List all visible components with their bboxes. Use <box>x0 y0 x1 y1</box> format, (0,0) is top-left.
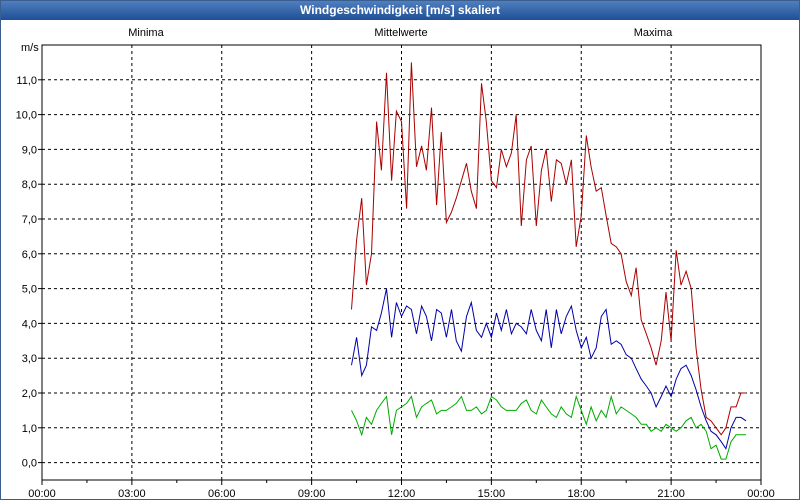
legend-mittelwerte: Mittelwerte <box>374 27 427 39</box>
y-tick-label: 9,0 <box>22 144 37 156</box>
wind-speed-chart: 00:0008.06.1203:0008.06.1206:0008.06.120… <box>16 27 775 499</box>
y-tick-label: 10,0 <box>16 110 37 122</box>
x-tick-time: 06:00 <box>208 488 236 499</box>
x-tick-time: 09:00 <box>298 488 326 499</box>
x-axis-ticks: 00:0008.06.1203:0008.06.1206:0008.06.120… <box>28 480 775 499</box>
y-tick-label: 5,0 <box>22 284 37 296</box>
y-tick-label: 11,0 <box>16 75 37 87</box>
legend-maxima: Maxima <box>634 27 673 39</box>
x-tick-time: 12:00 <box>388 488 416 499</box>
x-tick-time: 00:00 <box>28 488 56 499</box>
y-tick-label: 0,0 <box>22 458 37 470</box>
x-tick-time: 00:00 <box>747 488 775 499</box>
y-tick-label: 3,0 <box>22 353 37 365</box>
y-axis-ticks: 0,0 1,0 2,0 3,0 4,0 5,0 6,0 7,0 8,0 9,0 10,0 11,0 <box>16 75 42 470</box>
x-tick-time: 03:00 <box>118 488 146 499</box>
x-tick-time: 18:00 <box>567 488 595 499</box>
y-tick-label: 4,0 <box>22 318 37 330</box>
chart-window: Windgeschwindigkeit [m/s] skaliert 00:00… <box>0 0 800 500</box>
y-tick-label: 6,0 <box>22 249 37 261</box>
x-tick-time: 15:00 <box>478 488 506 499</box>
window-title: Windgeschwindigkeit [m/s] skaliert <box>1 1 799 20</box>
x-tick-time: 21:00 <box>657 488 685 499</box>
y-axis-label: m/s <box>21 42 39 54</box>
legend-minima: Minima <box>128 27 164 39</box>
y-tick-label: 8,0 <box>22 179 37 191</box>
y-tick-label: 1,0 <box>22 423 37 435</box>
y-tick-label: 7,0 <box>22 214 37 226</box>
y-tick-label: 2,0 <box>22 388 37 400</box>
